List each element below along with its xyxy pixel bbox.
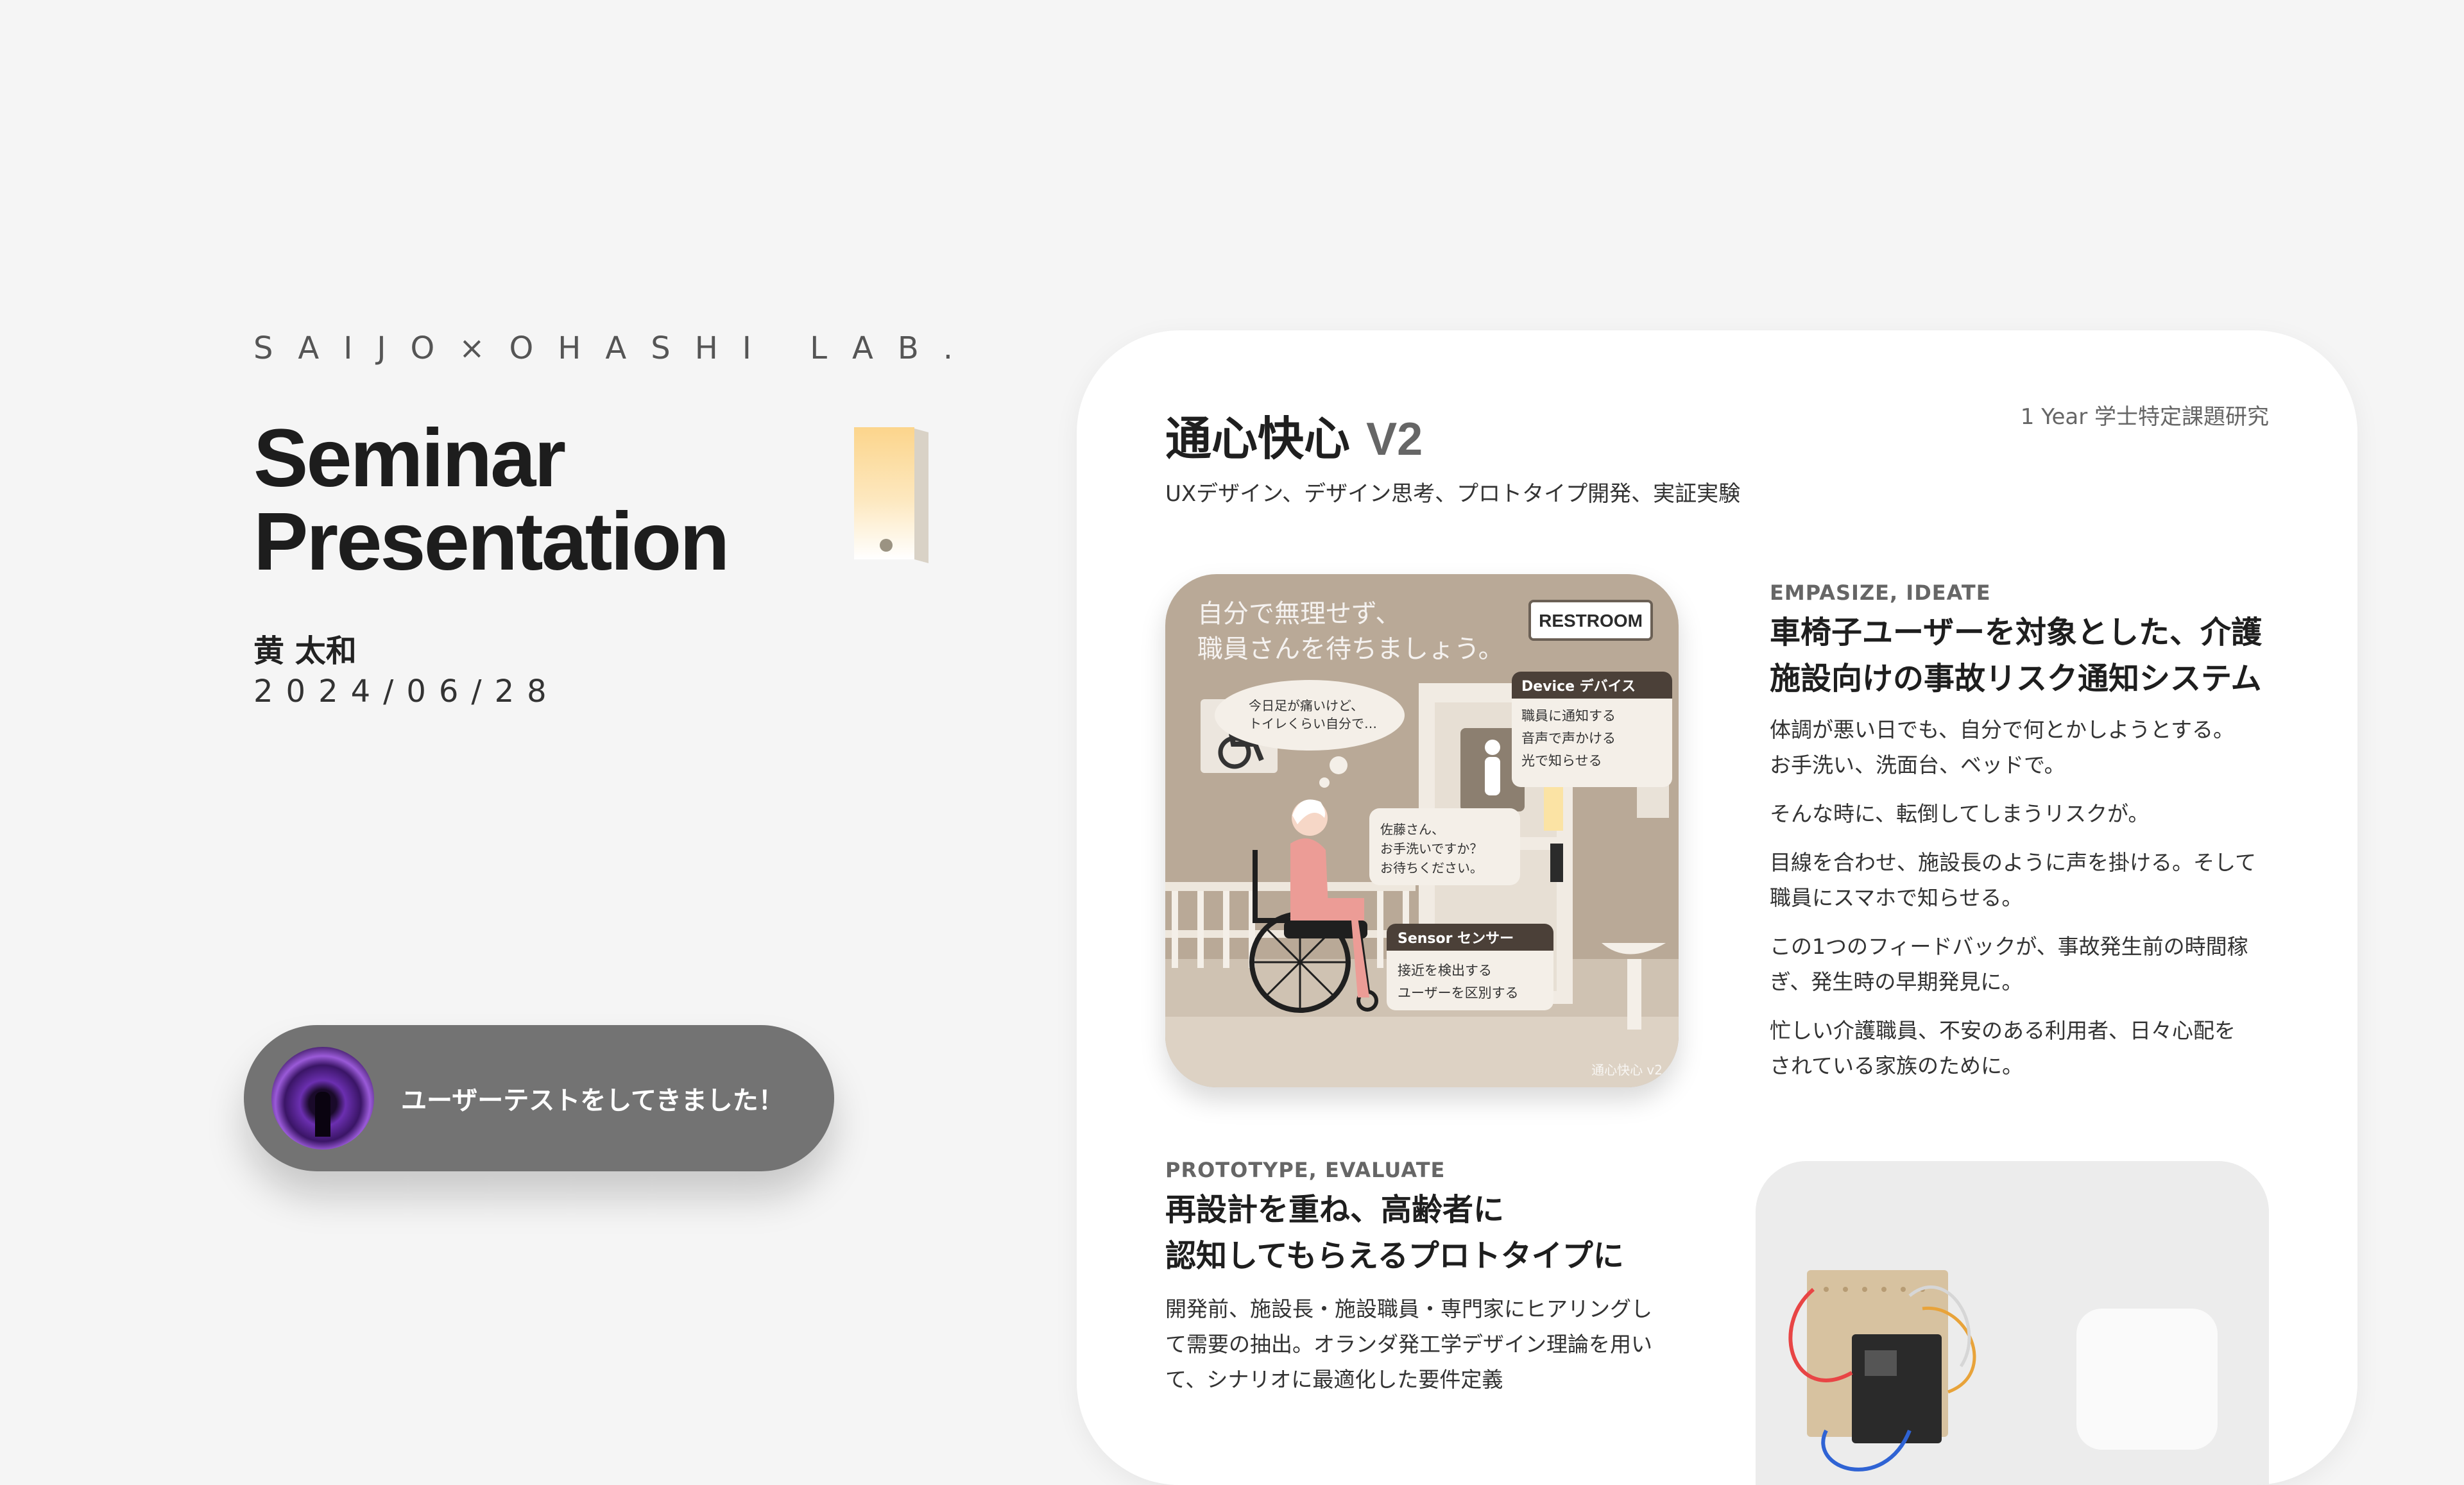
sensor-item-1: 接近を検出する — [1398, 963, 1492, 978]
paragraph-line: ぎ、発生時の早期発見に。 — [1770, 969, 2023, 994]
speech-line-1: 佐藤さん、 — [1380, 822, 1444, 837]
section1-heading: 車椅子ユーザーを対象とした、介護 施設向けの事故リスク通知システム — [1770, 609, 2322, 702]
section1-paragraph: 目線を合わせ、施設長のように声を掛ける。そして 職員にスマホで知らせる。 — [1770, 845, 2322, 915]
project-meta: 1 Year 学士特定課題研究 — [2020, 404, 2269, 430]
section2-heading-line-2: 認知してもらえるプロトタイプに — [1165, 1238, 1624, 1274]
illustration-headline-2: 職員さんを待ちましょう。 — [1197, 634, 1504, 664]
thought-line-2: トイレくらい自分で… — [1249, 716, 1377, 731]
notification-toast[interactable]: ユーザーテストをしてきました！ — [244, 1025, 834, 1171]
paragraph-line: 体調が悪い日でも、自分で何とかしようとする。 — [1770, 717, 2235, 742]
project-name: 通心快心 — [1165, 412, 1351, 466]
concept-illustration: 自分で無理せず、 職員さんを待ちましょう。 RESTROOM 今日足が痛いけど、… — [1165, 574, 1679, 1087]
paragraph-line: そんな時に、転倒してしまうリスクが。 — [1770, 801, 2150, 826]
thought-line-1: 今日足が痛いけど、 — [1249, 698, 1364, 713]
section2-body: 開発前、施設長・施設職員・専門家にヒアリングし て需要の抽出。オランダ発工学デザ… — [1165, 1291, 1717, 1397]
speech-line-2: お手洗いですか？ — [1380, 841, 1482, 856]
page-title: Seminar Presentation — [253, 412, 730, 588]
prototype-photo — [1756, 1161, 2269, 1485]
paragraph-line: この1つのフィードバックが、事故発生前の時間稼 — [1770, 934, 2248, 959]
device-item-1: 職員に通知する — [1521, 708, 1616, 724]
presentation-date: 2024/06/28 — [253, 674, 560, 709]
paragraph-line: お手洗い、洗面台、ベッドで。 — [1770, 752, 2066, 777]
section2-heading: 再設計を重ね、高齢者に 認知してもらえるプロトタイプに — [1165, 1187, 1717, 1279]
paragraph-line: 忙しい介護職員、不安のある利用者、日々心配を — [1770, 1018, 2236, 1043]
device-card-title: Device デバイス — [1521, 678, 1636, 695]
project-title: 通心快心 V2 — [1165, 401, 1423, 468]
section1-heading-line-2: 施設向けの事故リスク通知システム — [1770, 661, 2262, 697]
section2-body-line-3: て、シナリオに最適化した要件定義 — [1165, 1367, 1503, 1392]
title-line-1: Seminar — [253, 412, 566, 504]
project-version: V2 — [1366, 414, 1423, 465]
device-item-2: 音声で声かける — [1521, 731, 1616, 746]
paragraph-line: されている家族のために。 — [1770, 1053, 2024, 1078]
restroom-sign: RESTROOM — [1539, 611, 1643, 631]
device-item-3: 光で知らせる — [1521, 753, 1602, 768]
paragraph-line: 目線を合わせ、施設長のように声を掛ける。そして — [1770, 850, 2257, 875]
illustration-headline-1: 自分で無理せず、 — [1197, 599, 1401, 629]
sensor-card-title: Sensor センサー — [1398, 931, 1514, 947]
speech-line-3: お待ちください。 — [1380, 860, 1483, 876]
section1-paragraph: 体調が悪い日でも、自分で何とかしようとする。 お手洗い、洗面台、ベッドで。 — [1770, 712, 2322, 783]
section1-paragraph: この1つのフィードバックが、事故発生前の時間稼 ぎ、発生時の早期発見に。 — [1770, 929, 2322, 999]
section1-paragraph: 忙しい介護職員、不安のある利用者、日々心配を されている家族のために。 — [1770, 1013, 2322, 1083]
section2-body-line-1: 開発前、施設長・施設職員・専門家にヒアリングし — [1165, 1296, 1652, 1321]
toast-message: ユーザーテストをしてきました！ — [401, 1086, 784, 1116]
section1-paragraph: そんな時に、転倒してしまうリスクが。 — [1770, 796, 2322, 831]
section2-heading-line-1: 再設計を重ね、高齢者に — [1165, 1192, 1505, 1228]
paragraph-line: 職員にスマホで知らせる。 — [1770, 885, 2023, 910]
section2-label: PROTOTYPE, EVALUATE — [1165, 1158, 1446, 1182]
lamp-device-icon — [854, 427, 928, 563]
lab-name: SAIJO×OHASHI LAB. — [253, 330, 978, 366]
illustration-watermark: 通心快心 v2 — [1591, 1062, 1663, 1078]
section1-body: 体調が悪い日でも、自分で何とかしようとする。 お手洗い、洗面台、ベッドで。 そん… — [1770, 712, 2322, 1097]
section2-body-line-2: て需要の抽出。オランダ発工学デザイン理論を用い — [1165, 1332, 1652, 1357]
section1-heading-line-1: 車椅子ユーザーを対象とした、介護 — [1770, 615, 2263, 650]
author-name: 黄 太和 — [253, 633, 357, 669]
avatar — [271, 1047, 374, 1150]
project-card[interactable]: 通心快心 V2 1 Year 学士特定課題研究 UXデザイン、デザイン思考、プロ… — [1077, 330, 2357, 1485]
sensor-item-2: ユーザーを区別する — [1398, 985, 1519, 1001]
project-tags: UXデザイン、デザイン思考、プロトタイプ開発、実証実験 — [1165, 481, 1741, 507]
section1-label: EMPASIZE, IDEATE — [1770, 581, 1991, 605]
title-line-2: Presentation — [253, 496, 730, 588]
